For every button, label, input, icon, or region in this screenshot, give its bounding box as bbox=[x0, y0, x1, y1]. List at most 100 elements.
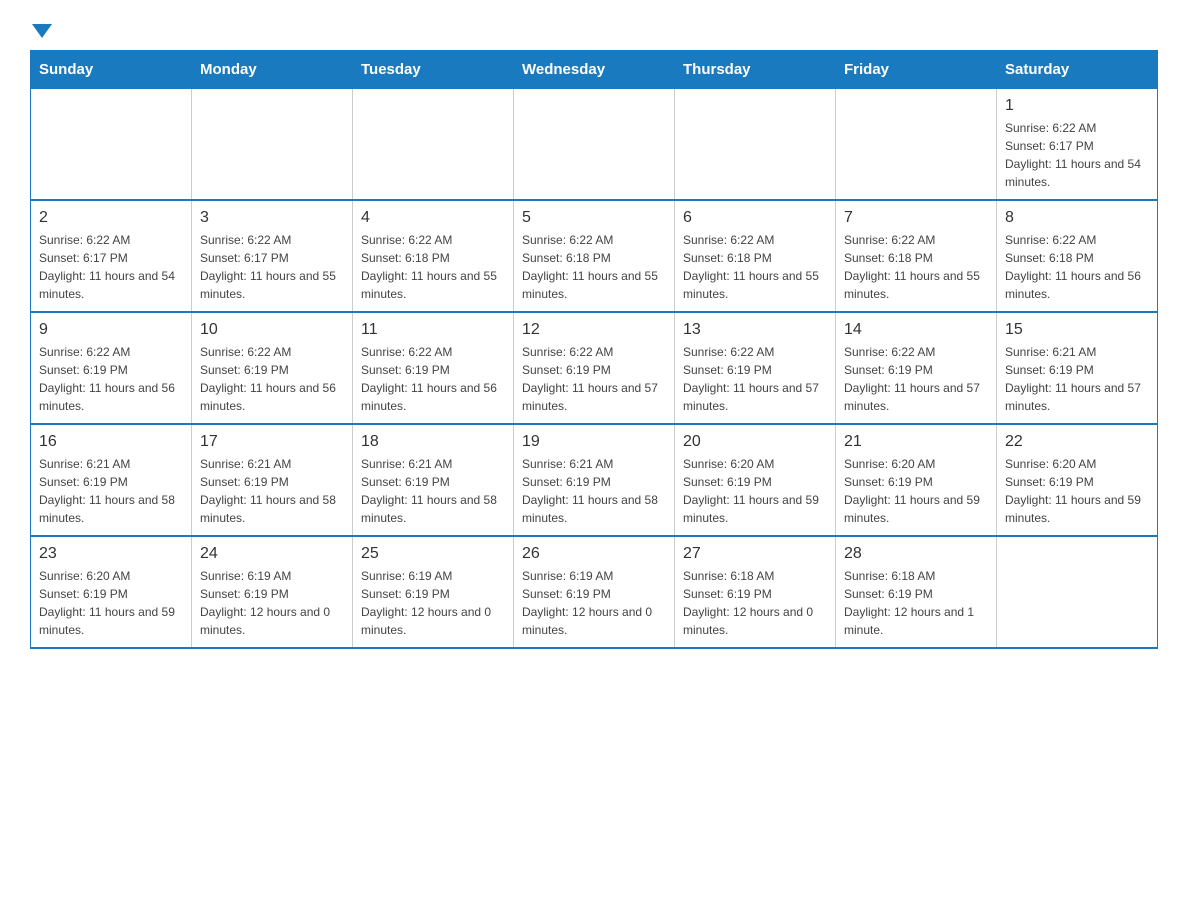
day-number: 27 bbox=[683, 545, 827, 563]
day-info: Sunrise: 6:22 AM Sunset: 6:17 PM Dayligh… bbox=[200, 231, 344, 303]
page-header bbox=[30, 20, 1158, 34]
logo-arrow-icon bbox=[32, 24, 52, 38]
calendar-day-cell: 1 Sunrise: 6:22 AM Sunset: 6:17 PM Daylig… bbox=[997, 89, 1158, 201]
calendar-header-wednesday: Wednesday bbox=[514, 51, 675, 89]
day-info: Sunrise: 6:22 AM Sunset: 6:17 PM Dayligh… bbox=[1005, 119, 1149, 191]
day-number: 1 bbox=[1005, 97, 1149, 115]
day-info: Sunrise: 6:22 AM Sunset: 6:19 PM Dayligh… bbox=[522, 343, 666, 415]
day-number: 15 bbox=[1005, 321, 1149, 339]
day-number: 4 bbox=[361, 209, 505, 227]
day-info: Sunrise: 6:19 AM Sunset: 6:19 PM Dayligh… bbox=[361, 567, 505, 639]
day-info: Sunrise: 6:20 AM Sunset: 6:19 PM Dayligh… bbox=[39, 567, 183, 639]
day-info: Sunrise: 6:18 AM Sunset: 6:19 PM Dayligh… bbox=[683, 567, 827, 639]
calendar-day-cell: 22 Sunrise: 6:20 AM Sunset: 6:19 PM Dayli… bbox=[997, 424, 1158, 536]
calendar-day-cell: 19 Sunrise: 6:21 AM Sunset: 6:19 PM Dayli… bbox=[514, 424, 675, 536]
day-number: 11 bbox=[361, 321, 505, 339]
day-number: 6 bbox=[683, 209, 827, 227]
day-number: 28 bbox=[844, 545, 988, 563]
logo-top bbox=[30, 20, 52, 38]
calendar-day-cell: 10Sunrise: 6:22 AM Sunset: 6:19 PM Dayli… bbox=[192, 312, 353, 424]
calendar-header-friday: Friday bbox=[836, 51, 997, 89]
calendar-day-cell: 2 Sunrise: 6:22 AM Sunset: 6:17 PM Daylig… bbox=[31, 200, 192, 312]
day-info: Sunrise: 6:20 AM Sunset: 6:19 PM Dayligh… bbox=[683, 455, 827, 527]
calendar-week-row: 16 Sunrise: 6:21 AM Sunset: 6:19 PM Dayli… bbox=[31, 424, 1158, 536]
day-number: 24 bbox=[200, 545, 344, 563]
day-info: Sunrise: 6:22 AM Sunset: 6:19 PM Dayligh… bbox=[844, 343, 988, 415]
day-info: Sunrise: 6:21 AM Sunset: 6:19 PM Dayligh… bbox=[1005, 343, 1149, 415]
day-info: Sunrise: 6:21 AM Sunset: 6:19 PM Dayligh… bbox=[39, 455, 183, 527]
calendar-day-cell: 17 Sunrise: 6:21 AM Sunset: 6:19 PM Dayli… bbox=[192, 424, 353, 536]
calendar-week-row: 23 Sunrise: 6:20 AM Sunset: 6:19 PM Dayli… bbox=[31, 536, 1158, 648]
day-number: 26 bbox=[522, 545, 666, 563]
day-number: 17 bbox=[200, 433, 344, 451]
calendar-day-cell: 8Sunrise: 6:22 AM Sunset: 6:18 PM Daylig… bbox=[997, 200, 1158, 312]
calendar-week-row: 2 Sunrise: 6:22 AM Sunset: 6:17 PM Daylig… bbox=[31, 200, 1158, 312]
day-info: Sunrise: 6:20 AM Sunset: 6:19 PM Dayligh… bbox=[844, 455, 988, 527]
day-number: 22 bbox=[1005, 433, 1149, 451]
calendar-day-cell bbox=[514, 89, 675, 201]
calendar-day-cell: 5 Sunrise: 6:22 AM Sunset: 6:18 PM Daylig… bbox=[514, 200, 675, 312]
calendar-day-cell: 4 Sunrise: 6:22 AM Sunset: 6:18 PM Daylig… bbox=[353, 200, 514, 312]
day-info: Sunrise: 6:22 AM Sunset: 6:18 PM Dayligh… bbox=[361, 231, 505, 303]
day-info: Sunrise: 6:21 AM Sunset: 6:19 PM Dayligh… bbox=[200, 455, 344, 527]
calendar-header-thursday: Thursday bbox=[675, 51, 836, 89]
day-number: 9 bbox=[39, 321, 183, 339]
calendar-day-cell: 6 Sunrise: 6:22 AM Sunset: 6:18 PM Daylig… bbox=[675, 200, 836, 312]
calendar-table: SundayMondayTuesdayWednesdayThursdayFrid… bbox=[30, 50, 1158, 649]
calendar-day-cell bbox=[675, 89, 836, 201]
calendar-day-cell bbox=[997, 536, 1158, 648]
calendar-header-monday: Monday bbox=[192, 51, 353, 89]
day-number: 23 bbox=[39, 545, 183, 563]
day-number: 18 bbox=[361, 433, 505, 451]
calendar-day-cell: 23 Sunrise: 6:20 AM Sunset: 6:19 PM Dayli… bbox=[31, 536, 192, 648]
day-info: Sunrise: 6:19 AM Sunset: 6:19 PM Dayligh… bbox=[200, 567, 344, 639]
calendar-day-cell: 13Sunrise: 6:22 AM Sunset: 6:19 PM Dayli… bbox=[675, 312, 836, 424]
day-number: 10 bbox=[200, 321, 344, 339]
day-number: 7 bbox=[844, 209, 988, 227]
day-number: 25 bbox=[361, 545, 505, 563]
day-info: Sunrise: 6:22 AM Sunset: 6:18 PM Dayligh… bbox=[844, 231, 988, 303]
calendar-day-cell: 18 Sunrise: 6:21 AM Sunset: 6:19 PM Dayli… bbox=[353, 424, 514, 536]
calendar-day-cell bbox=[836, 89, 997, 201]
calendar-day-cell bbox=[192, 89, 353, 201]
day-number: 16 bbox=[39, 433, 183, 451]
logo bbox=[30, 20, 52, 34]
day-number: 14 bbox=[844, 321, 988, 339]
day-info: Sunrise: 6:19 AM Sunset: 6:19 PM Dayligh… bbox=[522, 567, 666, 639]
day-info: Sunrise: 6:20 AM Sunset: 6:19 PM Dayligh… bbox=[1005, 455, 1149, 527]
calendar-day-cell: 15 Sunrise: 6:21 AM Sunset: 6:19 PM Dayli… bbox=[997, 312, 1158, 424]
day-number: 8 bbox=[1005, 209, 1149, 227]
calendar-day-cell: 26 Sunrise: 6:19 AM Sunset: 6:19 PM Dayli… bbox=[514, 536, 675, 648]
calendar-day-cell: 24 Sunrise: 6:19 AM Sunset: 6:19 PM Dayli… bbox=[192, 536, 353, 648]
calendar-day-cell bbox=[31, 89, 192, 201]
day-info: Sunrise: 6:21 AM Sunset: 6:19 PM Dayligh… bbox=[522, 455, 666, 527]
day-number: 2 bbox=[39, 209, 183, 227]
calendar-day-cell: 12 Sunrise: 6:22 AM Sunset: 6:19 PM Dayli… bbox=[514, 312, 675, 424]
calendar-day-cell: 9 Sunrise: 6:22 AM Sunset: 6:19 PM Daylig… bbox=[31, 312, 192, 424]
calendar-day-cell: 16 Sunrise: 6:21 AM Sunset: 6:19 PM Dayli… bbox=[31, 424, 192, 536]
day-info: Sunrise: 6:18 AM Sunset: 6:19 PM Dayligh… bbox=[844, 567, 988, 639]
calendar-day-cell: 27 Sunrise: 6:18 AM Sunset: 6:19 PM Dayli… bbox=[675, 536, 836, 648]
day-info: Sunrise: 6:22 AM Sunset: 6:17 PM Dayligh… bbox=[39, 231, 183, 303]
day-number: 5 bbox=[522, 209, 666, 227]
calendar-day-cell: 20Sunrise: 6:20 AM Sunset: 6:19 PM Dayli… bbox=[675, 424, 836, 536]
day-info: Sunrise: 6:22 AM Sunset: 6:19 PM Dayligh… bbox=[683, 343, 827, 415]
calendar-day-cell: 21 Sunrise: 6:20 AM Sunset: 6:19 PM Dayli… bbox=[836, 424, 997, 536]
calendar-header-sunday: Sunday bbox=[31, 51, 192, 89]
calendar-day-cell bbox=[353, 89, 514, 201]
calendar-day-cell: 3 Sunrise: 6:22 AM Sunset: 6:17 PM Daylig… bbox=[192, 200, 353, 312]
day-info: Sunrise: 6:22 AM Sunset: 6:19 PM Dayligh… bbox=[361, 343, 505, 415]
calendar-week-row: 1 Sunrise: 6:22 AM Sunset: 6:17 PM Daylig… bbox=[31, 89, 1158, 201]
day-number: 12 bbox=[522, 321, 666, 339]
calendar-day-cell: 28 Sunrise: 6:18 AM Sunset: 6:19 PM Dayli… bbox=[836, 536, 997, 648]
day-info: Sunrise: 6:22 AM Sunset: 6:18 PM Dayligh… bbox=[683, 231, 827, 303]
day-info: Sunrise: 6:22 AM Sunset: 6:19 PM Dayligh… bbox=[39, 343, 183, 415]
calendar-day-cell: 14 Sunrise: 6:22 AM Sunset: 6:19 PM Dayli… bbox=[836, 312, 997, 424]
calendar-week-row: 9 Sunrise: 6:22 AM Sunset: 6:19 PM Daylig… bbox=[31, 312, 1158, 424]
day-number: 3 bbox=[200, 209, 344, 227]
day-number: 21 bbox=[844, 433, 988, 451]
day-info: Sunrise: 6:22 AM Sunset: 6:18 PM Dayligh… bbox=[522, 231, 666, 303]
day-number: 19 bbox=[522, 433, 666, 451]
day-info: Sunrise: 6:21 AM Sunset: 6:19 PM Dayligh… bbox=[361, 455, 505, 527]
calendar-day-cell: 25 Sunrise: 6:19 AM Sunset: 6:19 PM Dayli… bbox=[353, 536, 514, 648]
